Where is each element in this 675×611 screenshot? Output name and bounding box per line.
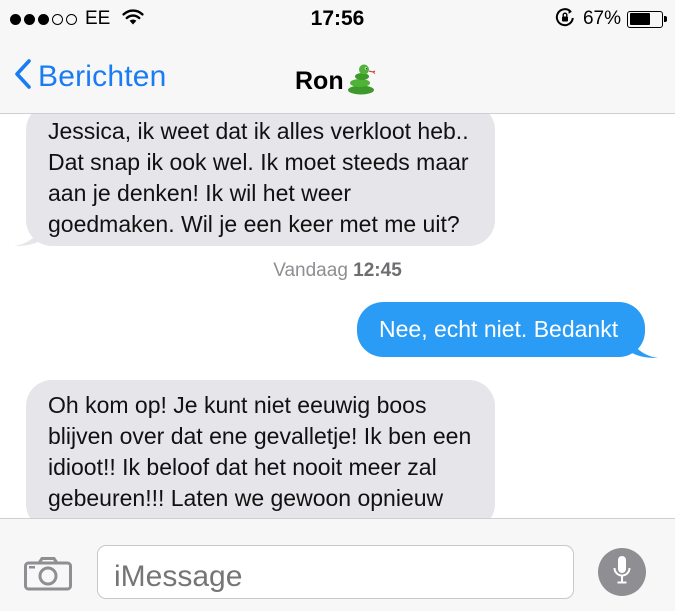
timestamp-time: 12:45: [353, 260, 402, 281]
message-text: Oh kom op! Je kunt niet eeuwig boos blij…: [48, 392, 472, 511]
message-bubble-outgoing[interactable]: Nee, echt niet. Bedankt: [357, 302, 645, 357]
status-right: 67%: [555, 7, 667, 32]
status-bar: EE 17:56 67%: [0, 0, 675, 40]
timestamp: Vandaag 12:45: [0, 260, 675, 282]
navigation-bar: Berichten Ron: [0, 40, 675, 114]
message-text: Jessica, ik weet dat ik alles verkloot h…: [48, 118, 469, 237]
message-bubble-incoming[interactable]: Jessica, ik weet dat ik alles verkloot h…: [26, 114, 495, 246]
battery-level: [629, 13, 651, 25]
timestamp-day: Vandaag: [273, 260, 348, 281]
battery-percent: 67%: [582, 8, 621, 29]
message-input[interactable]: [97, 545, 574, 599]
snake-icon: [344, 62, 378, 101]
input-bar: [0, 518, 675, 611]
bubble-tail: [628, 336, 658, 358]
back-button[interactable]: Berichten: [14, 58, 167, 95]
rotation-lock-icon: [555, 7, 575, 32]
chevron-left-icon: [14, 58, 32, 95]
battery-icon: [627, 10, 667, 28]
conversation[interactable]: Jessica, ik weet dat ik alles verkloot h…: [0, 114, 675, 518]
contact-header[interactable]: Ron: [295, 62, 378, 101]
microphone-button[interactable]: [598, 548, 646, 596]
camera-icon[interactable]: [24, 557, 72, 596]
microphone-icon: [612, 555, 632, 590]
contact-name: Ron: [295, 67, 344, 95]
message-text: Nee, echt niet. Bedankt: [379, 316, 619, 342]
bubble-tail: [14, 224, 44, 246]
back-label: Berichten: [38, 59, 167, 93]
message-bubble-incoming[interactable]: Oh kom op! Je kunt niet eeuwig boos blij…: [26, 380, 495, 518]
